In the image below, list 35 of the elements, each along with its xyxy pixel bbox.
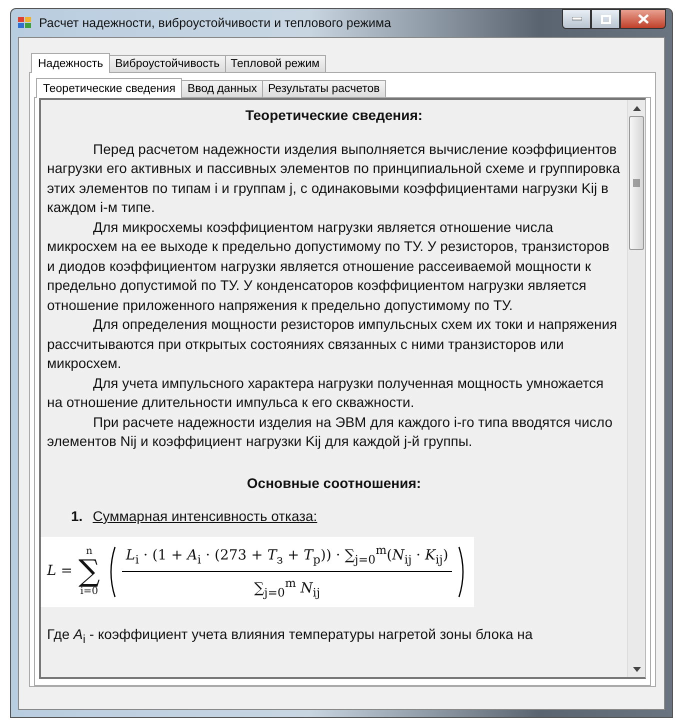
scroll-down-icon xyxy=(632,666,640,672)
denominator: ∑$_{j=0}$$^{m}$ N$_{ij}$ xyxy=(254,575,320,602)
sum-sign: ∑ xyxy=(78,556,100,587)
paragraph: Для определения мощности резисторов импульсных схем их токи и напряжения рассчитываются при открытых состояниях связанных с ними транзисторов или микросхем. xyxy=(47,315,618,373)
grip-icon xyxy=(633,179,640,187)
minimize-icon xyxy=(572,17,582,21)
tab[interactable]: Тепловой режим xyxy=(224,55,326,72)
paragraph: Где A$_{i}$ - коэффициент учета влияния температуры нагретой зоны блока на xyxy=(47,625,534,648)
paragraph: При расчете надежности изделия на ЭВМ для каждого i-го типа вводятся число элементов Nij и коэффициент нагрузки Kij для каждой j-й группы. xyxy=(47,412,614,451)
paragraph: Перед расчетом надежности изделия выполняется вычисление коэффициентов нагрузки его активных и пассивных элементов по принципиальной схеме и группировка этих элементов по типам i и группам j, с одинаковыми коэффициентами нагрузки Kij в каждом i-м типе. xyxy=(47,140,621,217)
list-number: 1. xyxy=(71,507,83,526)
tab[interactable]: Теоретические сведения xyxy=(36,78,182,98)
minimize-button[interactable] xyxy=(562,9,591,29)
tab[interactable]: Виброустойчивость xyxy=(109,55,226,72)
paragraph: Для учета импульсного характера нагрузки полученная мощность умножается на отношение длительности импульса к его скважности. xyxy=(47,374,605,412)
sum-lower-limit: i=0 xyxy=(80,586,98,597)
formula-lhs: L = xyxy=(47,562,72,582)
scroll-thumb[interactable] xyxy=(629,116,644,250)
window-title: Расчет надежности, виброустойчивости и теплового режима xyxy=(39,16,392,30)
heading: Теоретические сведения: xyxy=(244,106,424,125)
tab[interactable]: Результаты расчетов xyxy=(262,80,386,97)
tab[interactable]: Ввод данных xyxy=(181,80,263,97)
list-item-text: Суммарная интенсивность отказа: xyxy=(92,507,318,526)
scrollbar[interactable] xyxy=(627,100,645,677)
sum-upper-limit: n xyxy=(86,546,92,557)
close-icon xyxy=(638,14,648,24)
numerator: L$_{i}$ · (1 + A$_{i}$ · (273 + T$_{з}$ + T$_{p}$)) · ∑$_{j=0}$$^{m}$(N$_{ij}$ · K$_{ij}$) xyxy=(122,540,452,572)
scroll-up-icon xyxy=(632,106,640,110)
app-icon xyxy=(17,15,33,31)
close-button[interactable] xyxy=(620,9,666,29)
maximize-icon xyxy=(600,14,610,24)
subheading: Основные соотношения: xyxy=(246,474,422,492)
maximize-button[interactable] xyxy=(591,9,620,29)
paragraph: Для микросхемы коэффициентом нагрузки является отношение числа микросхем на ее выходе к предельно допустимому по ТУ. У резисторов, транзисторов и диодов коэффициентом нагрузки является отношение рассеиваемой мощности к предельно допустимой по ТУ. У конденсаторов коэффициентом нагрузки является отношение приложенного напряжения к предельно допустимому по ТУ. xyxy=(47,218,610,315)
tab[interactable]: Надежность xyxy=(31,53,110,73)
